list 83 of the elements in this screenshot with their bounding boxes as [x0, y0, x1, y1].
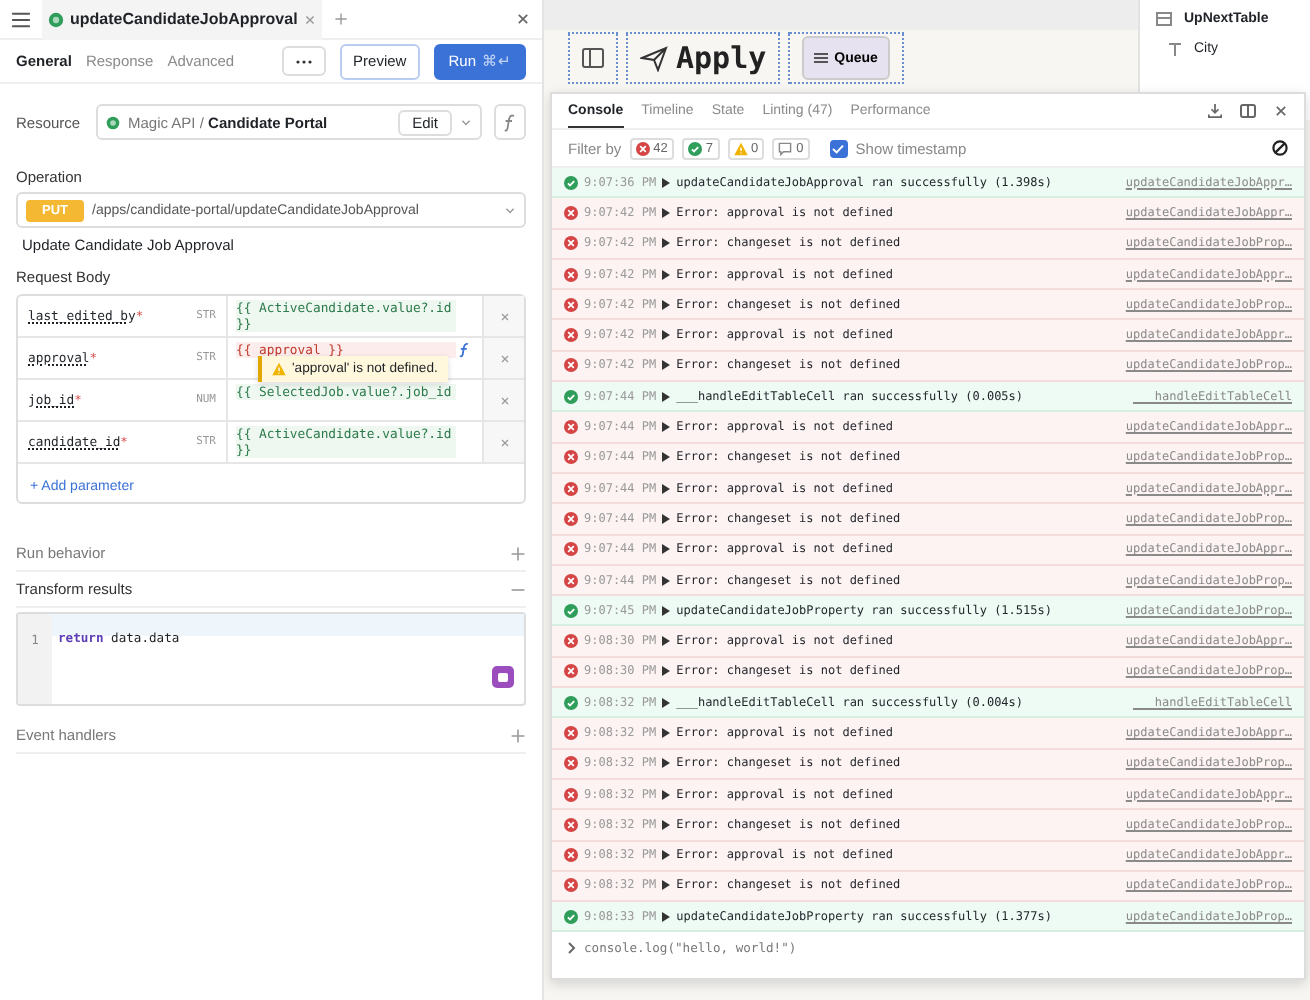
sidebar-icon[interactable]	[582, 48, 604, 68]
prompt-icon	[568, 942, 576, 955]
function-button[interactable]	[494, 104, 526, 140]
error-icon	[635, 141, 650, 155]
error-icon	[564, 236, 578, 251]
error-icon	[564, 573, 578, 587]
expand-icon[interactable]	[662, 911, 671, 922]
api-icon	[48, 11, 64, 27]
expand-icon[interactable]	[662, 880, 671, 891]
error-icon	[564, 725, 578, 740]
apply-heading: Apply	[676, 40, 767, 76]
close-tab-icon[interactable]	[303, 13, 316, 25]
expand-icon[interactable]	[662, 697, 671, 708]
expand-icon[interactable]	[662, 819, 671, 830]
chevron-icon	[504, 204, 516, 216]
error-icon	[564, 297, 578, 312]
expand-icon[interactable]	[662, 636, 671, 647]
expand-icon[interactable]	[662, 544, 671, 555]
error-icon	[564, 450, 578, 465]
query-tab[interactable]: updateCandidateJobApproval	[42, 0, 322, 39]
delete-icon[interactable]	[499, 353, 509, 363]
expand-icon[interactable]	[662, 483, 671, 494]
error-icon	[564, 787, 578, 802]
expand-icon[interactable]	[662, 727, 671, 738]
error-icon	[564, 848, 578, 863]
close-icon[interactable]	[1274, 104, 1288, 118]
expand-icon[interactable]	[662, 850, 671, 861]
timestamp-checkbox[interactable]	[829, 139, 848, 157]
error-icon	[564, 756, 578, 771]
expand-icon[interactable]	[662, 758, 671, 769]
expand-icon[interactable]	[662, 452, 671, 463]
chevron-icon	[460, 116, 472, 128]
api-icon	[106, 115, 120, 129]
error-icon	[564, 878, 578, 893]
check-circle-icon	[564, 389, 578, 404]
message-icon	[778, 141, 793, 155]
error-icon	[564, 358, 578, 373]
list-icon	[814, 52, 829, 64]
check-circle-icon	[564, 603, 578, 618]
expand-icon[interactable]	[662, 238, 671, 249]
expand-icon[interactable]	[662, 391, 671, 402]
error-icon	[564, 542, 578, 557]
close-icon[interactable]	[516, 12, 530, 26]
error-icon	[564, 664, 578, 679]
expand-icon[interactable]	[662, 513, 671, 524]
expand-icon[interactable]	[662, 605, 671, 616]
expand-icon[interactable]	[662, 269, 671, 280]
error-icon	[564, 817, 578, 832]
expand-icon[interactable]	[662, 789, 671, 800]
delete-icon[interactable]	[499, 311, 509, 321]
delete-icon[interactable]	[499, 437, 509, 447]
table-icon	[1156, 12, 1172, 26]
clear-icon[interactable]	[1272, 140, 1288, 156]
expand-icon[interactable]	[662, 177, 671, 188]
delete-icon[interactable]	[499, 395, 509, 405]
menu-icon[interactable]	[12, 11, 30, 27]
warning-icon	[733, 141, 748, 155]
check-circle-icon	[564, 695, 578, 710]
warning-icon	[272, 362, 286, 376]
expand-icon[interactable]	[662, 207, 671, 218]
expand-icon[interactable]	[662, 330, 671, 341]
send-icon	[640, 45, 668, 71]
assistant-icon[interactable]	[492, 666, 514, 688]
error-icon	[564, 481, 578, 496]
error-icon	[564, 328, 578, 343]
error-icon	[564, 634, 578, 649]
error-icon	[564, 205, 578, 220]
check-circle-icon	[564, 909, 578, 924]
text-icon	[1168, 42, 1182, 56]
check-circle-icon	[687, 141, 702, 155]
split-view-icon[interactable]	[1240, 104, 1256, 118]
fx-icon	[458, 342, 474, 362]
expand-icon[interactable]	[662, 666, 671, 677]
expand-icon[interactable]	[662, 575, 671, 585]
download-icon[interactable]	[1208, 104, 1222, 118]
expand-icon[interactable]	[662, 299, 671, 310]
error-icon	[564, 267, 578, 282]
check-circle-icon	[564, 175, 578, 190]
function-icon	[504, 113, 516, 131]
expand-icon[interactable]	[662, 422, 671, 433]
error-icon	[564, 511, 578, 526]
error-icon	[564, 420, 578, 435]
expand-icon[interactable]	[662, 360, 671, 371]
